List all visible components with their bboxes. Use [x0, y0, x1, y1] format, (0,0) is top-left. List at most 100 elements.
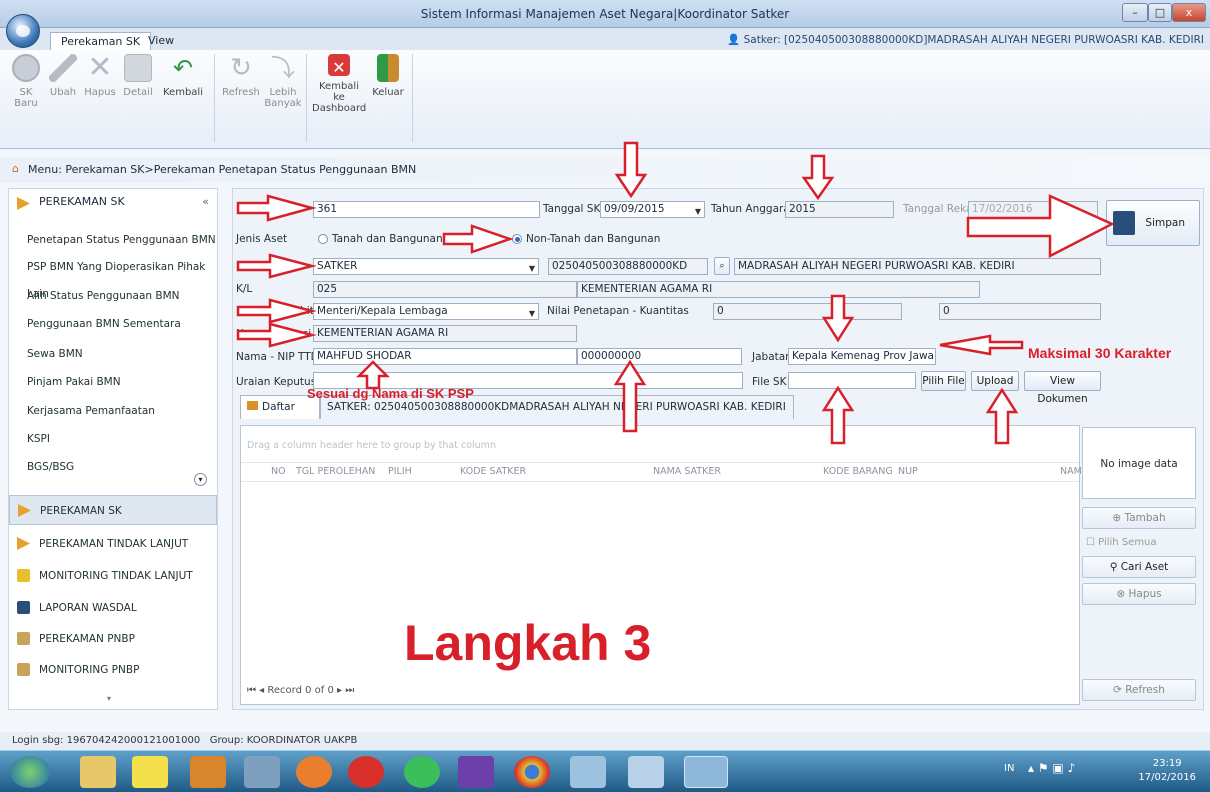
sidebar-item[interactable]: BGS/BSG: [9, 454, 217, 481]
cari-aset-button[interactable]: ⚲ Cari Aset: [1082, 556, 1196, 578]
sidebar-item[interactable]: Alih Status Penggunaan BMN: [9, 283, 217, 310]
s-app-icon[interactable]: [348, 756, 384, 788]
detail-button[interactable]: Detail: [120, 54, 156, 98]
saiba-icon[interactable]: [458, 756, 494, 788]
close-button[interactable]: x: [1172, 3, 1206, 22]
hapus-aset-button[interactable]: ⊗ Hapus: [1082, 583, 1196, 605]
radio-tanah-bangunan[interactable]: [318, 234, 328, 244]
maximize-button[interactable]: □: [1148, 3, 1172, 22]
col-header[interactable]: KODE BARANG: [823, 466, 893, 477]
nip-ttd-label: Nama - NIP TTD: [236, 351, 319, 363]
col-header[interactable]: PILIH: [388, 466, 412, 477]
sticky-notes-icon[interactable]: [132, 756, 168, 788]
nilai-penetapan-input[interactable]: 0: [713, 303, 902, 320]
col-header[interactable]: NO: [271, 466, 286, 477]
start-button[interactable]: [10, 756, 50, 788]
view-dokumen-button[interactable]: View Dokumen: [1024, 371, 1101, 405]
folder-icon: [18, 504, 31, 517]
paint-icon[interactable]: [628, 756, 664, 788]
asset-grid: Drag a column header here to group by th…: [240, 425, 1082, 705]
more-icon: ⤵: [271, 54, 295, 82]
app-menu-button[interactable]: [6, 14, 40, 48]
ubah-button[interactable]: Ubah: [46, 54, 80, 98]
detail-icon: [124, 54, 152, 82]
clock[interactable]: 23:19 17/02/2016: [1138, 757, 1196, 785]
col-header[interactable]: NAMA SATKER: [653, 466, 721, 477]
sidebar-scroll-icon[interactable]: ▾: [107, 694, 111, 703]
section-laporan-wasdal[interactable]: LAPORAN WASDAL: [9, 593, 217, 623]
file-sk-input[interactable]: [788, 372, 916, 389]
col-header[interactable]: TGL PEROLEHAN: [296, 466, 375, 477]
sk-baru-button[interactable]: SK Baru: [8, 54, 44, 109]
tanggal-sk-input[interactable]: 09/09/2015: [600, 201, 705, 218]
nomor-sk-input[interactable]: 361: [313, 201, 540, 218]
kuantitas-input[interactable]: 0: [939, 303, 1101, 320]
pilih-semua-checkbox[interactable]: ☐ Pilih Semua: [1086, 537, 1157, 548]
nav-first-icon[interactable]: ⏮ ◂: [247, 685, 267, 696]
jabatan-input[interactable]: Kepala Kemenag Prov Jawa Timur: [788, 348, 936, 365]
section-perekaman-sk[interactable]: PEREKAMAN SK: [9, 495, 217, 525]
nama-ttd-input[interactable]: MAHFUD SHODAR: [313, 348, 577, 365]
section-monitoring-pnbp[interactable]: MONITORING PNBP: [9, 655, 217, 685]
minimize-button[interactable]: –: [1122, 3, 1148, 22]
refresh-button[interactable]: ↻ Refresh: [222, 54, 260, 98]
lebih-banyak-button[interactable]: ⤵ Lebih Banyak: [264, 54, 302, 109]
section-perekaman-pnbp[interactable]: PEREKAMAN PNBP: [9, 624, 217, 654]
collapse-icon[interactable]: «: [202, 189, 209, 215]
ribbon-tabs: Perekaman SK View 👤 Satker: [02504050030…: [0, 28, 1210, 50]
language-indicator[interactable]: IN: [1004, 763, 1014, 774]
plus-icon: ⊕: [1112, 512, 1125, 524]
simpan-button[interactable]: Simpan: [1106, 200, 1200, 246]
nilai-penetapan-label: Nilai Penetapan - Kuantitas: [547, 305, 689, 317]
record-navigator[interactable]: ⏮ ◂ Record 0 of 0 ▸ ⏭: [247, 685, 354, 696]
explorer-icon[interactable]: [80, 756, 116, 788]
refresh-icon: ⟳: [1113, 684, 1126, 696]
sidebar-item[interactable]: Sewa BMN: [9, 341, 217, 368]
nav-last-icon[interactable]: ▸ ⏭: [334, 685, 354, 696]
pemohon-select[interactable]: SATKER: [313, 258, 539, 275]
keluar-button[interactable]: Keluar: [370, 54, 406, 98]
nip-input[interactable]: 000000000: [577, 348, 742, 365]
sidebar-item[interactable]: PSP BMN Yang Dioperasikan Pihak Lain: [9, 254, 217, 300]
pilih-file-button[interactable]: Pilih File: [921, 371, 966, 391]
scroll-down-icon[interactable]: ▾: [194, 473, 207, 486]
upload-button[interactable]: Upload: [971, 371, 1019, 391]
sidebar-item[interactable]: Kerjasama Pemanfaatan: [9, 398, 217, 425]
clock-time: 23:19: [1152, 758, 1182, 769]
cd-app-icon[interactable]: [570, 756, 606, 788]
chrome-icon[interactable]: [514, 756, 550, 788]
kembali-button[interactable]: ↶ Kembali: [158, 54, 208, 98]
refresh-label: Refresh: [1125, 684, 1165, 696]
folder-icon: [247, 401, 258, 410]
firefox-icon[interactable]: [296, 756, 332, 788]
section-perekaman-tindak-lanjut[interactable]: PEREKAMAN TINDAK LANJUT: [9, 529, 217, 559]
tahun-anggaran-input[interactable]: 2015: [785, 201, 894, 218]
tab-perekaman-sk[interactable]: Perekaman SK: [50, 32, 152, 50]
network-app-icon[interactable]: [244, 756, 280, 788]
col-header[interactable]: NUP: [898, 466, 918, 477]
radio-non-tanah-bangunan[interactable]: [512, 234, 522, 244]
penerbit-select[interactable]: Menteri/Kepala Lembaga: [313, 303, 539, 320]
simak-app-icon[interactable]: [684, 756, 728, 788]
tab-view[interactable]: View: [138, 32, 184, 50]
search-icon[interactable]: ⌕: [714, 257, 730, 275]
sidebar-header[interactable]: PEREKAMAN SK «: [9, 189, 217, 215]
pemohon-nama-input: MADRASAH ALIYAH NEGERI PURWOASRI KAB. KE…: [734, 258, 1101, 275]
sidebar-item[interactable]: Pinjam Pakai BMN: [9, 369, 217, 396]
fox-app-icon[interactable]: [190, 756, 226, 788]
col-header[interactable]: KODE SATKER: [460, 466, 526, 477]
col-header[interactable]: NAM: [1060, 466, 1082, 477]
kembali-dashboard-button[interactable]: ✕ Kembali ke Dashboard: [312, 54, 366, 114]
tray-icons[interactable]: ▴ ⚑ ▣ ♪: [1028, 761, 1075, 775]
s-green-app-icon[interactable]: [404, 756, 440, 788]
sidebar-item[interactable]: Penggunaan BMN Sementara: [9, 311, 217, 338]
refresh-grid-button[interactable]: ⟳ Refresh: [1082, 679, 1196, 701]
satker-header: 👤 Satker: [025040500308880000KD]MADRASAH…: [727, 33, 1204, 46]
home-icon: ⌂: [12, 162, 19, 175]
section-monitoring-tindak-lanjut[interactable]: MONITORING TINDAK LANJUT: [9, 561, 217, 591]
kl-nama-input: KEMENTERIAN AGAMA RI: [577, 281, 980, 298]
sidebar-item[interactable]: KSPI: [9, 426, 217, 453]
sidebar-item[interactable]: Penetapan Status Penggunaan BMN: [9, 227, 217, 254]
tambah-button[interactable]: ⊕ Tambah: [1082, 507, 1196, 529]
hapus-button[interactable]: ✕ Hapus: [82, 53, 118, 99]
